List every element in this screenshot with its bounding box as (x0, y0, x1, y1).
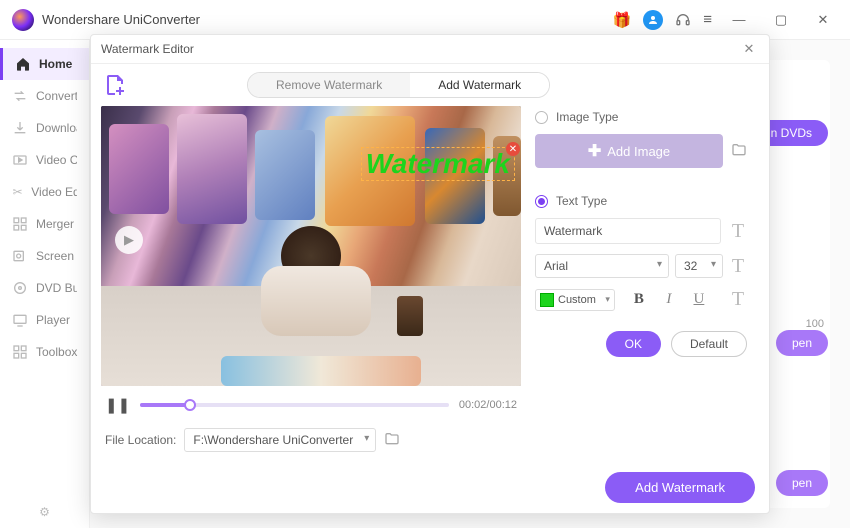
watermark-preview-text: Watermark (366, 148, 510, 179)
bg-open-button-2[interactable]: pen (776, 470, 828, 496)
play-overlay-icon[interactable]: ▶ (115, 226, 143, 254)
compressor-icon (12, 152, 28, 168)
font-select[interactable]: Arial (535, 254, 669, 278)
sidebar-item-label: Video Compressor (36, 153, 77, 167)
add-image-button[interactable]: ✚ Add Image (535, 134, 723, 168)
watermark-editor-modal: Watermark Editor ✕ Remove Watermark Add … (90, 34, 770, 514)
toolbox-icon (12, 344, 28, 360)
image-type-label: Image Type (556, 110, 618, 124)
size-select[interactable]: 32 (675, 254, 723, 278)
merger-icon (12, 216, 28, 232)
add-image-label: Add Image (607, 144, 670, 159)
gear-icon: ⚙ (37, 504, 53, 520)
dvd-icon (12, 280, 28, 296)
sidebar-settings[interactable]: ⚙ (0, 496, 89, 528)
settings-column: Image Type ✚ Add Image Te (535, 106, 747, 452)
sidebar-item-downloader[interactable]: Downloader (0, 112, 89, 144)
modal-toolbar: Remove Watermark Add Watermark (91, 64, 769, 106)
apply-watermark-button[interactable]: Add Watermark (605, 472, 755, 503)
tab-remove-watermark[interactable]: Remove Watermark (248, 73, 410, 97)
color-select[interactable]: Custom (535, 289, 615, 311)
default-button[interactable]: Default (671, 331, 747, 357)
image-type-radio[interactable] (535, 111, 548, 124)
browse-image-icon[interactable] (731, 142, 747, 161)
file-location-select[interactable]: F:\Wondershare UniConverter (184, 428, 376, 452)
sidebar-item-home[interactable]: Home (0, 48, 89, 80)
watermark-text-input[interactable] (535, 218, 721, 244)
browse-folder-icon[interactable] (384, 431, 400, 450)
sidebar-item-label: Screen Recorder (36, 249, 77, 263)
style-buttons: B I U (629, 290, 709, 310)
player-icon (12, 312, 28, 328)
content-area: n DVDs 100 pen pen Watermark Editor ✕ Re… (90, 40, 850, 528)
app-title: Wondershare UniConverter (42, 12, 613, 27)
sidebar-item-editor[interactable]: ✂ Video Editor (0, 176, 89, 208)
modal-footer: Add Watermark (91, 462, 769, 513)
sidebar-item-compressor[interactable]: Video Compressor (0, 144, 89, 176)
file-location-row: File Location: F:\Wondershare UniConvert… (101, 424, 521, 452)
sidebar-item-dvd[interactable]: DVD Burner (0, 272, 89, 304)
menu-icon[interactable]: ≡ (703, 11, 712, 28)
text-preset-1-icon[interactable]: T (729, 220, 747, 243)
image-type-row: Image Type (535, 110, 747, 124)
watermark-file-icon[interactable] (103, 73, 127, 97)
video-preview[interactable]: ▶ Watermark ✕ (101, 106, 521, 386)
seek-bar[interactable] (140, 403, 449, 407)
text-type-radio[interactable] (535, 195, 548, 208)
sidebar: Home Converter Downloader Video Compress… (0, 40, 90, 528)
sidebar-item-toolbox[interactable]: Toolbox (0, 336, 89, 368)
download-icon (12, 120, 28, 136)
sidebar-item-player[interactable]: Player (0, 304, 89, 336)
modal-header: Watermark Editor ✕ (91, 35, 769, 64)
bold-button[interactable]: B (629, 290, 649, 310)
sidebar-item-recorder[interactable]: Screen Recorder (0, 240, 89, 272)
tab-add-watermark[interactable]: Add Watermark (410, 73, 549, 97)
bg-open-button-1[interactable]: pen (776, 330, 828, 356)
sidebar-item-label: Converter (36, 89, 77, 103)
color-swatch (540, 293, 554, 307)
title-actions: 🎁 ≡ — ▢ ✕ (613, 5, 838, 35)
modal-close-button[interactable]: ✕ (739, 41, 759, 57)
watermark-remove-icon[interactable]: ✕ (506, 142, 520, 156)
modal-title: Watermark Editor (101, 42, 739, 56)
sidebar-item-label: DVD Burner (36, 281, 77, 295)
recorder-icon (12, 248, 28, 264)
maximize-button[interactable]: ▢ (766, 5, 796, 35)
app-logo (12, 9, 34, 31)
close-window-button[interactable]: ✕ (808, 5, 838, 35)
ok-button[interactable]: OK (606, 331, 661, 357)
sidebar-item-label: Toolbox (36, 345, 77, 359)
text-type-label: Text Type (556, 194, 607, 208)
preview-column: ▶ Watermark ✕ ❚❚ 00:02/00:12 (101, 106, 521, 452)
sidebar-item-label: Video Editor (31, 185, 77, 199)
text-preset-3-icon[interactable]: T (729, 288, 747, 311)
sidebar-item-label: Player (36, 313, 70, 327)
sidebar-item-converter[interactable]: Converter (0, 80, 89, 112)
underline-button[interactable]: U (689, 290, 709, 310)
sidebar-item-merger[interactable]: Merger (0, 208, 89, 240)
text-preset-2-icon[interactable]: T (729, 255, 747, 278)
plus-icon: ✚ (588, 141, 601, 161)
home-icon (15, 56, 31, 72)
color-label: Custom (558, 294, 596, 306)
player-controls: ❚❚ 00:02/00:12 (101, 386, 521, 424)
sidebar-item-label: Merger (36, 217, 74, 231)
bg-count: 100 (806, 318, 824, 330)
scissors-icon: ✂ (12, 184, 23, 200)
italic-button[interactable]: I (659, 290, 679, 310)
pause-button[interactable]: ❚❚ (105, 396, 130, 414)
support-icon[interactable] (675, 12, 691, 28)
watermark-overlay[interactable]: Watermark ✕ (361, 147, 515, 181)
seek-thumb[interactable] (184, 399, 196, 411)
time-display: 00:02/00:12 (459, 399, 517, 411)
sidebar-item-label: Downloader (36, 121, 77, 135)
minimize-button[interactable]: — (724, 5, 754, 35)
converter-icon (12, 88, 28, 104)
text-type-row: Text Type (535, 194, 747, 208)
file-location-label: File Location: (105, 433, 176, 447)
user-badge-icon[interactable] (643, 10, 663, 30)
gift-icon[interactable]: 🎁 (613, 11, 632, 29)
sidebar-item-label: Home (39, 57, 72, 71)
watermark-mode-tabs: Remove Watermark Add Watermark (247, 72, 550, 98)
